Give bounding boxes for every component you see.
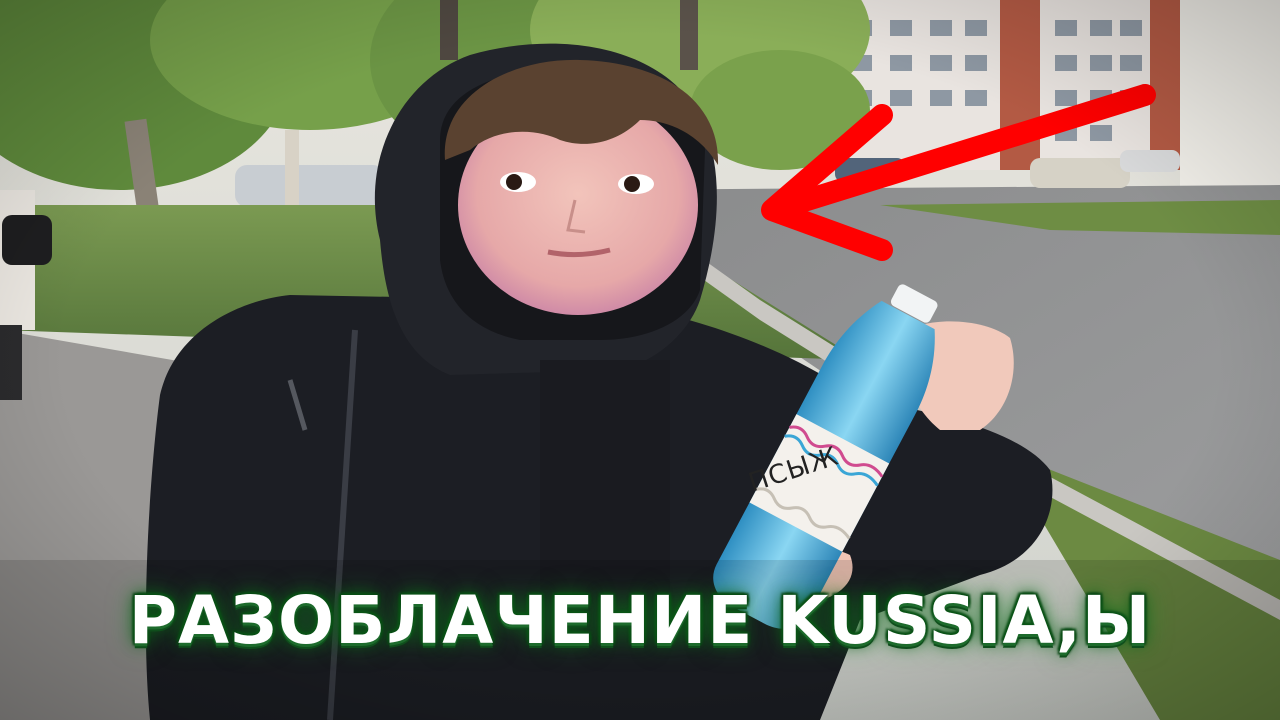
thumbnail: ПСЫЖ РАЗОБЛАЧЕНИЕ KUSSIA,Ы (0, 0, 1280, 720)
thumbnail-title: РАЗОБЛАЧЕНИЕ KUSSIA,Ы (128, 582, 1152, 659)
